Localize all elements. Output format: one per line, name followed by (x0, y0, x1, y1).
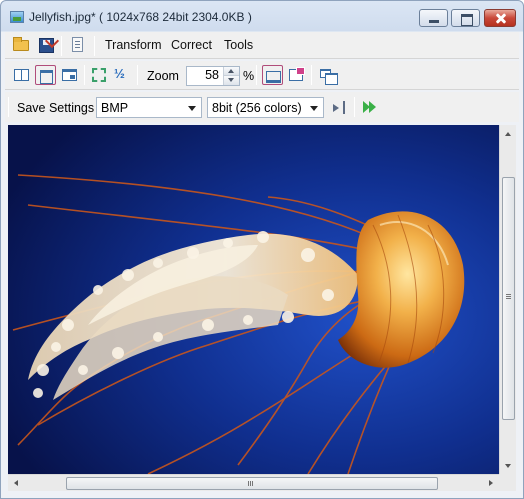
bit-depth-select[interactable]: 8bit (256 colors) (207, 97, 324, 118)
grip-icon (506, 294, 511, 295)
toolbar-divider (256, 65, 257, 85)
menu-correct[interactable]: Correct (171, 38, 212, 52)
toolbar-divider (354, 97, 355, 117)
menu-transform[interactable]: Transform (105, 38, 162, 52)
scroll-left-arrow-icon[interactable] (14, 480, 18, 486)
toolbar-divider (311, 65, 312, 85)
fit-window-view-button[interactable] (35, 65, 56, 85)
chevron-down-icon (310, 106, 318, 111)
document-icon (72, 37, 83, 52)
image-file-icon (10, 11, 24, 23)
title-bar: Jellyfish.jpg* ( 1024x768 24bit 2304.0KB… (1, 1, 523, 32)
jump-to-end-button[interactable] (330, 97, 350, 117)
save-file-button[interactable] (36, 35, 56, 55)
toolbar-divider (94, 36, 95, 56)
zoom-down-arrow-icon[interactable] (224, 76, 239, 85)
menu-tools[interactable]: Tools (224, 38, 253, 52)
view-toolbar: ½ Zoom 58 % (5, 61, 519, 90)
open-folder-button[interactable] (11, 35, 31, 55)
minimize-button[interactable] (419, 9, 448, 27)
bit-depth-select-value: 8bit (256 colors) (212, 101, 302, 115)
grip-icon (248, 481, 249, 486)
save-icon (39, 38, 54, 53)
save-settings-label: Save Settings (17, 101, 95, 115)
image-canvas[interactable] (8, 125, 499, 474)
chevron-down-icon (188, 106, 196, 111)
fit-expand-icon (92, 68, 106, 82)
folder-open-icon (13, 37, 29, 51)
menu-toolbar: Transform Correct Tools (5, 32, 519, 59)
maximize-button[interactable] (451, 9, 480, 27)
duplicate-window-icon (320, 69, 338, 85)
horizontal-scrollbar[interactable] (8, 474, 499, 491)
screen-overlay-button[interactable] (286, 65, 306, 85)
window-view-button[interactable] (59, 65, 79, 85)
zoom-label: Zoom (147, 69, 179, 83)
toolbar-divider (137, 65, 138, 85)
save-settings-toolbar: Save Settings BMP 8bit (256 colors) (5, 92, 519, 122)
half-size-button[interactable]: ½ (112, 65, 132, 85)
split-panel-icon (14, 69, 29, 81)
scroll-up-arrow-icon[interactable] (505, 132, 511, 136)
screen-bottom-icon (262, 65, 283, 85)
horizontal-scroll-thumb[interactable] (66, 477, 438, 490)
properties-button[interactable] (67, 35, 87, 55)
window-icon (62, 69, 77, 81)
window-title: Jellyfish.jpg* ( 1024x768 24bit 2304.0KB… (29, 10, 252, 24)
format-select[interactable]: BMP (96, 97, 202, 118)
toolbar-grip (8, 97, 9, 117)
half-scale-icon: ½ (114, 66, 125, 81)
toolbar-divider (61, 36, 62, 56)
scroll-down-arrow-icon[interactable] (505, 464, 511, 468)
jellyfish-photo (8, 125, 499, 474)
screen-badge-icon (289, 67, 305, 81)
fit-to-screen-button[interactable] (89, 65, 109, 85)
format-select-value: BMP (101, 101, 129, 115)
zoom-percent-unit: % (243, 69, 255, 83)
vertical-scroll-thumb[interactable] (502, 177, 515, 420)
toolbar-divider (84, 65, 85, 85)
screen-mode-button[interactable] (262, 65, 283, 85)
arrow-to-bar-icon (333, 101, 347, 114)
new-window-button[interactable] (317, 65, 338, 85)
zoom-spinner[interactable] (223, 67, 239, 85)
vertical-scrollbar[interactable] (499, 125, 516, 474)
framed-window-icon (35, 65, 56, 85)
scrollbar-corner (499, 474, 516, 491)
fast-forward-button[interactable] (360, 97, 380, 117)
split-view-button[interactable] (11, 65, 31, 85)
scroll-right-arrow-icon[interactable] (489, 480, 493, 486)
zoom-up-arrow-icon[interactable] (224, 67, 239, 76)
double-play-icon (363, 100, 379, 114)
close-button[interactable] (484, 9, 516, 27)
